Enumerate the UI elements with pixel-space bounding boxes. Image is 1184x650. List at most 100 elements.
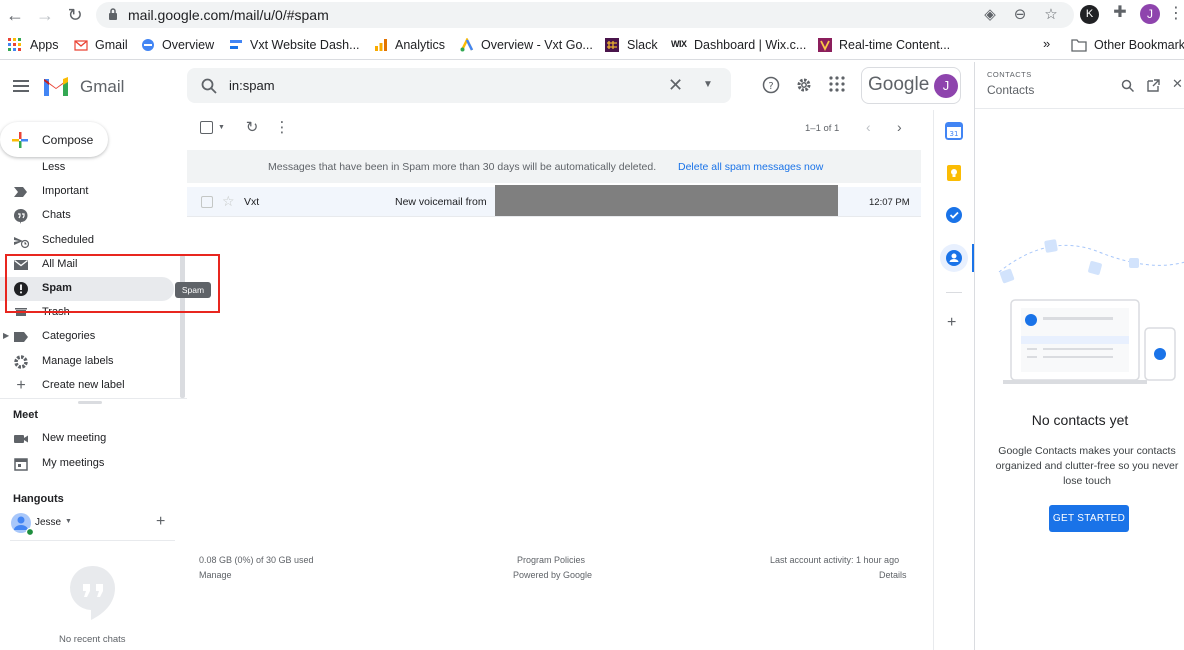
sidebar-item-categories[interactable]: ▶ Categories (0, 325, 176, 349)
bookmarks-overflow[interactable]: » (1043, 36, 1050, 51)
row-checkbox[interactable] (201, 196, 213, 208)
bookmark-wix[interactable]: Dashboard | Wix.c... (694, 38, 806, 52)
spam-info-banner: Messages that have been in Spam more tha… (187, 150, 921, 183)
profile-k-avatar[interactable]: K (1080, 5, 1099, 24)
browser-menu-icon[interactable]: ⋮ (1168, 4, 1184, 24)
gmail-bookmark-icon (74, 40, 88, 51)
contacts-app-icon[interactable] (945, 249, 963, 267)
extensions-puzzle-icon[interactable]: ✚ (1111, 4, 1129, 22)
meet-new-meeting[interactable]: New meeting (0, 427, 176, 451)
bookmark-slack[interactable]: Slack (627, 38, 658, 52)
google-apps-icon[interactable] (827, 76, 847, 96)
search-bar[interactable]: in:spam ✕ ▼ (187, 68, 731, 103)
tasks-app-icon[interactable] (945, 206, 963, 224)
hangouts-user-row[interactable]: Jesse ▼ + (0, 510, 187, 538)
contacts-app-active-bg[interactable] (940, 244, 968, 272)
compose-plus-icon (12, 132, 28, 148)
profile-j-avatar[interactable]: J (1140, 4, 1160, 24)
address-bar[interactable]: mail.google.com/mail/u/0/#spam ◈ ⊖ ☆ (96, 2, 1074, 28)
row-subject: New voicemail from (395, 196, 487, 208)
clear-search-icon[interactable]: ✕ (668, 75, 683, 96)
extension-diamond-icon[interactable]: ◈ (980, 5, 1000, 25)
bookmark-analytics[interactable]: Analytics (395, 38, 445, 52)
sidebar-item-manage-labels[interactable]: Manage labels (0, 350, 176, 374)
account-switcher[interactable]: Google J (861, 67, 961, 104)
other-bookmarks[interactable]: Other Bookmarks (1094, 38, 1184, 52)
zoom-icon[interactable]: ⊖ (1010, 5, 1030, 25)
expand-arrow-icon[interactable]: ▶ (3, 331, 9, 340)
table-row[interactable]: ☆ Vxt New voicemail from 12:07 PM (187, 185, 921, 217)
bookmark-ads-overview[interactable]: Overview - Vxt Go... (481, 38, 593, 52)
sidebar-item-less[interactable]: ⌃ Less (0, 160, 176, 174)
row-sender: Vxt (244, 196, 260, 208)
search-options-icon[interactable]: ▼ (703, 79, 713, 90)
open-in-new-icon[interactable] (1147, 79, 1160, 92)
get-started-button[interactable]: GET STARTED (1049, 505, 1129, 532)
bookmark-realtime[interactable]: Real-time Content... (839, 38, 950, 52)
slack-bookmark-icon (605, 38, 619, 52)
overview-bookmark-icon (142, 39, 154, 51)
hangouts-empty-icon (69, 565, 115, 620)
folder-icon (1071, 39, 1087, 52)
more-actions-icon[interactable]: ⋮ (274, 120, 290, 136)
activity-details-link[interactable]: Details (879, 570, 907, 580)
contacts-empty-illustration (998, 239, 1184, 384)
important-icon (14, 187, 27, 197)
new-chat-plus-icon[interactable]: + (156, 513, 165, 531)
program-policies-link[interactable]: Program Policies (517, 555, 585, 565)
bookmark-apps[interactable]: Apps (30, 38, 59, 52)
meet-section-title: Meet (13, 409, 39, 421)
settings-gear-icon[interactable] (794, 76, 814, 96)
back-icon[interactable]: ← (4, 4, 26, 26)
gmail-logo-icon[interactable] (42, 75, 70, 96)
star-icon[interactable]: ☆ (1041, 5, 1061, 25)
bookmark-gmail[interactable]: Gmail (95, 38, 128, 52)
meet-my-meetings[interactable]: My meetings (0, 452, 176, 476)
compose-label: Compose (42, 133, 94, 147)
search-input[interactable]: in:spam (229, 78, 275, 93)
contacts-panel: CONTACTS Contacts ✕ No contacts yet Goog… (974, 62, 1184, 650)
status-dropdown-icon[interactable]: ▼ (65, 518, 72, 525)
manage-storage-link[interactable]: Manage (199, 570, 232, 580)
svg-text:31: 31 (950, 130, 959, 138)
sidebar-item-chats[interactable]: Chats (0, 204, 176, 228)
select-all-checkbox[interactable] (200, 121, 213, 134)
refresh-icon[interactable]: ↻ (244, 120, 260, 136)
video-camera-icon (14, 435, 28, 443)
help-icon[interactable]: ? (761, 76, 781, 96)
calendar-app-icon[interactable]: 31 (945, 122, 963, 140)
get-addons-plus-icon[interactable]: + (947, 314, 956, 332)
bookmarks-bar: Apps Gmail Overview Vxt Website Dash... … (0, 30, 1184, 60)
contacts-search-icon[interactable] (1121, 79, 1134, 92)
chat-icon (13, 208, 28, 224)
forward-icon[interactable]: → (34, 4, 56, 26)
account-avatar[interactable]: J (934, 74, 958, 98)
main-menu-icon[interactable] (13, 80, 29, 92)
plus-icon: + (16, 377, 26, 394)
delete-all-spam-link[interactable]: Delete all spam messages now (678, 161, 823, 173)
contacts-title: Contacts (987, 83, 1035, 97)
apps-grid-icon[interactable] (8, 38, 22, 52)
sidebar-item-scheduled[interactable]: Scheduled (0, 229, 176, 253)
resize-handle[interactable] (78, 401, 102, 404)
star-toggle-icon[interactable]: ☆ (222, 193, 235, 210)
side-icons-divider (946, 292, 962, 293)
banner-text: Messages that have been in Spam more tha… (268, 161, 657, 173)
redacted-preview (495, 185, 838, 216)
reload-icon[interactable]: ↻ (64, 4, 86, 26)
select-dropdown-icon[interactable]: ▼ (218, 124, 225, 131)
keep-app-icon[interactable] (945, 164, 963, 182)
storage-usage: 0.08 GB (0%) of 30 GB used (199, 555, 314, 565)
older-page-icon[interactable]: › (897, 119, 902, 135)
bookmark-vxt-dashboard[interactable]: Vxt Website Dash... (250, 38, 360, 52)
sidebar-item-important[interactable]: Important (0, 180, 176, 204)
close-panel-icon[interactable]: ✕ (1172, 76, 1183, 92)
sidebar-item-create-label[interactable]: + Create new label (0, 374, 176, 398)
bookmark-overview[interactable]: Overview (162, 38, 214, 52)
spam-tooltip: Spam (175, 282, 211, 298)
contacts-header-divider (975, 108, 1184, 109)
compose-button[interactable]: Compose (0, 122, 108, 157)
newer-page-icon[interactable]: ‹ (866, 119, 871, 135)
side-panel-divider (933, 110, 934, 650)
search-icon[interactable] (201, 78, 217, 94)
